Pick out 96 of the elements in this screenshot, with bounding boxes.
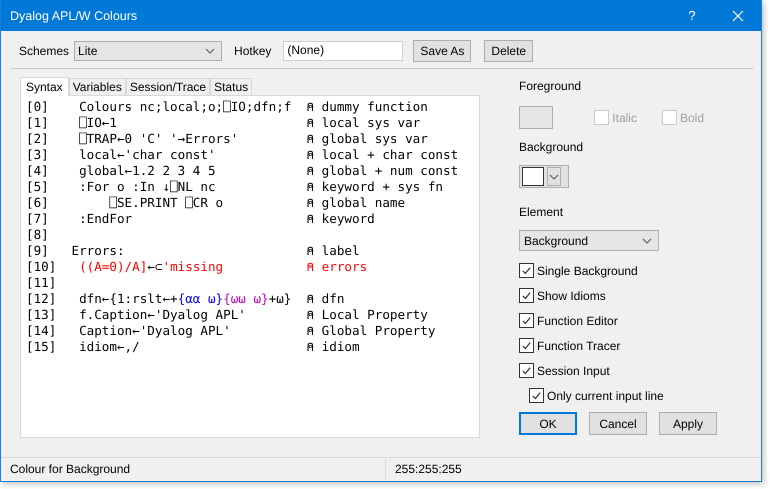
tab[interactable]: Session/Trace (126, 78, 210, 95)
checkbox[interactable] (519, 288, 534, 303)
checkbox[interactable] (519, 313, 534, 328)
code-text: Errors: (71, 243, 125, 258)
hotkey-field[interactable]: (None) (283, 41, 404, 61)
code-comment: ⍝ local sys var (306, 115, 420, 131)
code-text: {αα ω} (178, 291, 224, 306)
line-number: [14] (26, 323, 58, 339)
status-text: Colour for Background (1, 459, 386, 479)
line-number: [10] (26, 259, 58, 275)
line-number: [12] (26, 291, 58, 307)
dialog-button[interactable]: OK (519, 412, 577, 435)
line-number: [1] (26, 115, 50, 131)
check-icon (531, 390, 542, 401)
code-comment: ⍝ global + num const (306, 163, 458, 179)
checkbox-label: Italic (612, 110, 637, 124)
code-text: +ω} (268, 291, 292, 306)
code-text: ←⊂ (147, 259, 162, 274)
code-text: :For o :In ↓⎕NL nc (79, 179, 216, 194)
code-comment: ⍝ global name (306, 195, 406, 211)
line-number: [0] (26, 99, 50, 115)
code-text: ⎕TRAP←0 'C' '→Errors' (79, 131, 238, 146)
check-icon (521, 290, 532, 301)
checkbox-label: Session Input (537, 364, 610, 378)
tab[interactable]: Variables (68, 78, 126, 95)
foreground-label: Foreground (519, 78, 582, 94)
checkbox-label: Show Idioms (537, 288, 606, 302)
checkbox-label: Single Background (537, 264, 638, 278)
schemes-label: Schemes (19, 44, 70, 58)
dropdown-button[interactable] (547, 167, 561, 186)
code-comment: ⍝ dummy function (306, 99, 428, 115)
caret-icon (549, 174, 559, 180)
line-number: [4] (26, 163, 50, 179)
line-number: [3] (26, 147, 50, 163)
code-text: 'missing (162, 259, 224, 274)
element-label: Element (519, 204, 564, 220)
code-comment: ⍝ Global Property (306, 323, 436, 339)
code-text: {ωω ω} (223, 291, 269, 306)
color-swatch (522, 167, 544, 186)
element-dropdown[interactable]: Background (519, 230, 659, 251)
code-text: Colours nc;local;o;⎕IO;dfn;f (79, 99, 292, 114)
checkbox-label: Only current input line (547, 388, 664, 402)
toolbar-button[interactable]: Delete (484, 40, 534, 62)
dialog-button[interactable]: Apply (659, 412, 717, 435)
code-text: idiom←,/ (79, 339, 140, 354)
tab[interactable]: Status (210, 78, 252, 95)
code-comment: ⍝ errors (306, 259, 368, 275)
line-number: [2] (26, 131, 50, 147)
check-icon (521, 365, 532, 376)
code-comment: ⍝ Local Property (306, 307, 428, 323)
help-button[interactable]: ? (669, 8, 715, 23)
code-text: global←1.2 2 3 4 5 (79, 163, 216, 178)
code-text: ⎕SE.PRINT ⎕CR o (109, 195, 224, 210)
background-label: Background (519, 139, 584, 155)
checkbox[interactable] (519, 338, 534, 353)
checkbox[interactable] (529, 388, 544, 403)
code-comment: ⍝ dfn (306, 291, 344, 307)
check-icon (521, 315, 532, 326)
hotkey-label: Hotkey (234, 44, 272, 58)
code-comment: ⍝ label (306, 243, 360, 259)
code-text: :EndFor (79, 211, 132, 226)
caret-icon (642, 238, 652, 244)
window-title: Dyalog APL/W Colours (10, 8, 138, 22)
status-text: 255:255:255 (394, 461, 462, 478)
check-icon (521, 340, 532, 351)
code-text: ((A=0)/A] (79, 259, 148, 274)
checkbox-label: Function Tracer (537, 338, 620, 352)
code-text: local←'char const' (79, 147, 216, 162)
line-number: [6] (26, 195, 50, 211)
line-number: [5] (26, 179, 50, 195)
code-comment: ⍝ local + char const (306, 147, 458, 163)
line-number: [8] (26, 227, 50, 243)
tab[interactable]: Syntax (20, 77, 69, 96)
scheme-dropdown[interactable]: Lite (74, 41, 222, 61)
caret-icon (205, 48, 216, 54)
code-comment: ⍝ global sys var (306, 131, 428, 147)
dialog-button[interactable]: Cancel (589, 412, 647, 435)
code-comment: ⍝ keyword + sys fn (306, 179, 443, 195)
checkbox-label: Function Editor (537, 314, 618, 328)
line-number: [11] (26, 275, 58, 291)
code-text: Caption←'Dyalog APL' (79, 323, 231, 338)
checkbox[interactable] (519, 263, 534, 278)
toolbar-button[interactable]: Save As (413, 40, 472, 62)
code-text: dfn←{1:rslt←+ (79, 291, 178, 306)
code-text: f.Caption←'Dyalog APL' (79, 307, 246, 322)
background-color-picker[interactable] (519, 165, 569, 188)
line-number: [13] (26, 307, 58, 323)
line-number: [9] (26, 243, 50, 259)
code-comment: ⍝ keyword (306, 211, 375, 227)
line-number: [15] (26, 339, 58, 355)
check-icon (521, 265, 532, 276)
code-text: ⎕IO←1 (79, 115, 117, 130)
code-comment: ⍝ idiom (306, 339, 360, 355)
checkbox-label: Bold (680, 110, 704, 124)
line-number: [7] (26, 211, 50, 227)
checkbox[interactable] (519, 363, 534, 378)
